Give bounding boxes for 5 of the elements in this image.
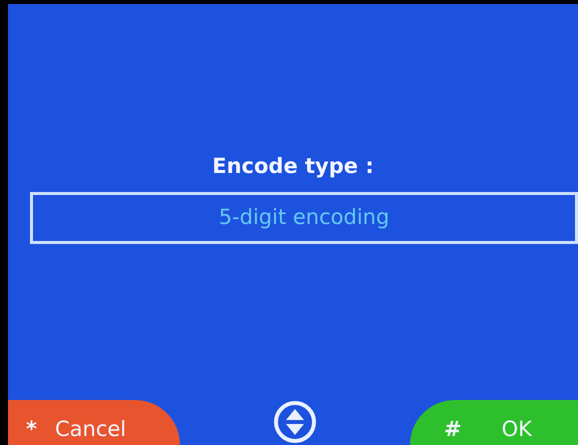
- ok-button[interactable]: # OK: [410, 400, 578, 445]
- up-down-arrows-icon: [273, 400, 317, 444]
- cancel-button[interactable]: * Cancel: [8, 400, 180, 445]
- field-label: Encode type :: [212, 154, 374, 178]
- value-field[interactable]: 5-digit encoding: [30, 192, 578, 244]
